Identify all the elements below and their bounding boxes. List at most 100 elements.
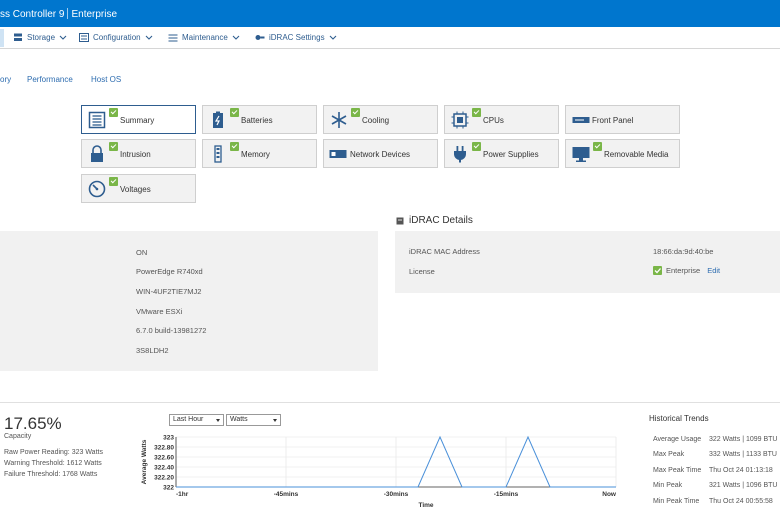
time-range-select[interactable]: Last Hour xyxy=(169,414,224,426)
status-ok-icon xyxy=(593,142,602,151)
trend-value: 321 Watts | 1096 BTU xyxy=(709,482,778,489)
server-icon xyxy=(396,217,404,224)
main-menu-bar: Storage Configuration Maintenance iDRAC … xyxy=(0,27,780,49)
status-ok-icon xyxy=(109,108,118,117)
menu-left-edge[interactable] xyxy=(0,29,4,47)
status-ok-icon xyxy=(230,142,239,151)
idrac-details-title: iDRAC Details xyxy=(409,215,473,226)
tile-voltages[interactable]: Voltages xyxy=(81,174,196,203)
tile-cooling-label: Cooling xyxy=(362,116,390,125)
front-panel-icon xyxy=(572,117,590,123)
trend-label: Max Peak xyxy=(653,451,685,458)
tile-removable-media-label: Removable Media xyxy=(604,150,669,159)
idrac-settings-icon xyxy=(255,35,265,40)
chevron-down-icon xyxy=(145,35,152,40)
trend-value: Thu Oct 24 00:55:58 xyxy=(709,498,773,505)
trend-value: Thu Oct 24 01:13:18 xyxy=(709,467,773,474)
x-axis-label: Time xyxy=(418,502,433,509)
service-tag-value: 3S8LDH2 xyxy=(136,346,169,355)
menu-idrac-settings-label: iDRAC Settings xyxy=(269,33,325,42)
storage-icon xyxy=(14,33,22,41)
time-range-value: Last Hour xyxy=(173,416,204,423)
tile-intrusion[interactable]: Intrusion xyxy=(81,139,196,168)
chevron-down-icon xyxy=(232,35,240,40)
tile-memory[interactable]: Memory xyxy=(202,139,317,168)
tile-network-devices-label: Network Devices xyxy=(350,150,411,159)
status-ok-icon xyxy=(472,142,481,151)
license-ok-icon xyxy=(653,266,662,275)
tile-summary-label: Summary xyxy=(120,116,155,125)
title-separator xyxy=(67,8,69,19)
dropdown-caret-icon xyxy=(273,419,277,422)
tile-cpus-label: CPUs xyxy=(483,116,504,125)
y-tick-label: 322.80 xyxy=(154,445,174,452)
license-value: Enterprise xyxy=(666,266,701,275)
app-title: ss Controller 9 Enterprise xyxy=(0,8,117,20)
trend-value: 322 Watts | 1099 BTU xyxy=(709,436,778,443)
license-label: License xyxy=(409,267,435,276)
unit-select[interactable]: Watts xyxy=(226,414,281,426)
x-tick-label: -30mins xyxy=(384,491,409,498)
tile-front-panel[interactable]: Front Panel xyxy=(565,105,680,134)
tab-performance[interactable]: Performance xyxy=(27,75,73,84)
tile-power-supplies-label: Power Supplies xyxy=(483,150,539,159)
snowflake-icon xyxy=(331,112,347,128)
tile-network-devices[interactable]: Network Devices xyxy=(323,139,438,168)
system-info-panel: ON PowerEdge R740xd WIN-4UF2TIE7MJ2 VMwa… xyxy=(0,231,378,371)
x-tick-label: -1hr xyxy=(176,491,189,498)
status-ok-icon xyxy=(351,108,360,117)
tab-inventory[interactable]: ory xyxy=(0,75,11,84)
model-value: PowerEdge R740xd xyxy=(136,267,203,276)
app-title-left: ss Controller 9 xyxy=(0,9,65,20)
x-tick-label: -45mins xyxy=(274,491,299,498)
status-ok-icon xyxy=(109,142,118,151)
menu-configuration-label: Configuration xyxy=(93,33,141,42)
maintenance-icon xyxy=(168,34,178,42)
top-bar: ss Controller 9 Enterprise xyxy=(0,0,780,27)
x-tick-label: Now xyxy=(602,491,617,498)
status-ok-icon xyxy=(230,108,239,117)
summary-icon xyxy=(88,111,106,129)
unit-value: Watts xyxy=(230,416,248,423)
menu-configuration[interactable]: Configuration xyxy=(79,33,153,42)
trend-label: Min Peak Time xyxy=(653,498,700,505)
tile-removable-media[interactable]: Removable Media xyxy=(565,139,680,168)
tile-cpus[interactable]: CPUs xyxy=(444,105,559,134)
y-tick-label: 322 xyxy=(163,485,174,492)
y-tick-label: 322.20 xyxy=(154,475,174,482)
menu-maintenance[interactable]: Maintenance xyxy=(168,33,240,42)
y-tick-label: 322.60 xyxy=(154,455,174,462)
tile-voltages-label: Voltages xyxy=(120,185,151,194)
tile-cooling[interactable]: Cooling xyxy=(323,105,438,134)
gauge-icon xyxy=(88,180,106,198)
battery-icon xyxy=(213,111,223,128)
power-state-value: ON xyxy=(136,248,148,257)
menu-idrac-settings[interactable]: iDRAC Settings xyxy=(255,33,337,42)
historical-trends-title: Historical Trends xyxy=(649,414,709,423)
menu-storage[interactable]: Storage xyxy=(13,33,67,42)
tile-intrusion-label: Intrusion xyxy=(120,150,151,159)
raw-power-reading: Raw Power Reading: 323 Watts xyxy=(4,449,103,456)
host-name-value: WIN-4UF2TIE7MJ2 xyxy=(136,287,202,296)
tile-batteries[interactable]: Batteries xyxy=(202,105,317,134)
chevron-down-icon xyxy=(59,35,67,40)
y-axis-label: Average Watts xyxy=(141,439,148,484)
failure-threshold: Failure Threshold: 1768 Watts xyxy=(4,471,98,478)
tab-host-os[interactable]: Host OS xyxy=(91,75,121,84)
lock-icon xyxy=(91,145,103,162)
tile-batteries-label: Batteries xyxy=(241,116,273,125)
configuration-icon xyxy=(79,33,89,42)
network-card-icon xyxy=(329,150,347,158)
trend-label: Max Peak Time xyxy=(653,467,702,474)
tile-power-supplies[interactable]: Power Supplies xyxy=(444,139,559,168)
trend-label: Average Usage xyxy=(653,436,702,443)
tile-memory-label: Memory xyxy=(241,150,270,159)
status-ok-icon xyxy=(109,177,118,186)
y-tick-label: 323 xyxy=(163,435,174,442)
cpu-icon xyxy=(451,111,469,129)
section-divider xyxy=(0,402,780,403)
license-edit-link[interactable]: Edit xyxy=(707,266,720,275)
os-value: VMware ESXi xyxy=(136,307,183,316)
x-tick-label: -15mins xyxy=(494,491,519,498)
tile-summary[interactable]: Summary xyxy=(81,105,196,134)
